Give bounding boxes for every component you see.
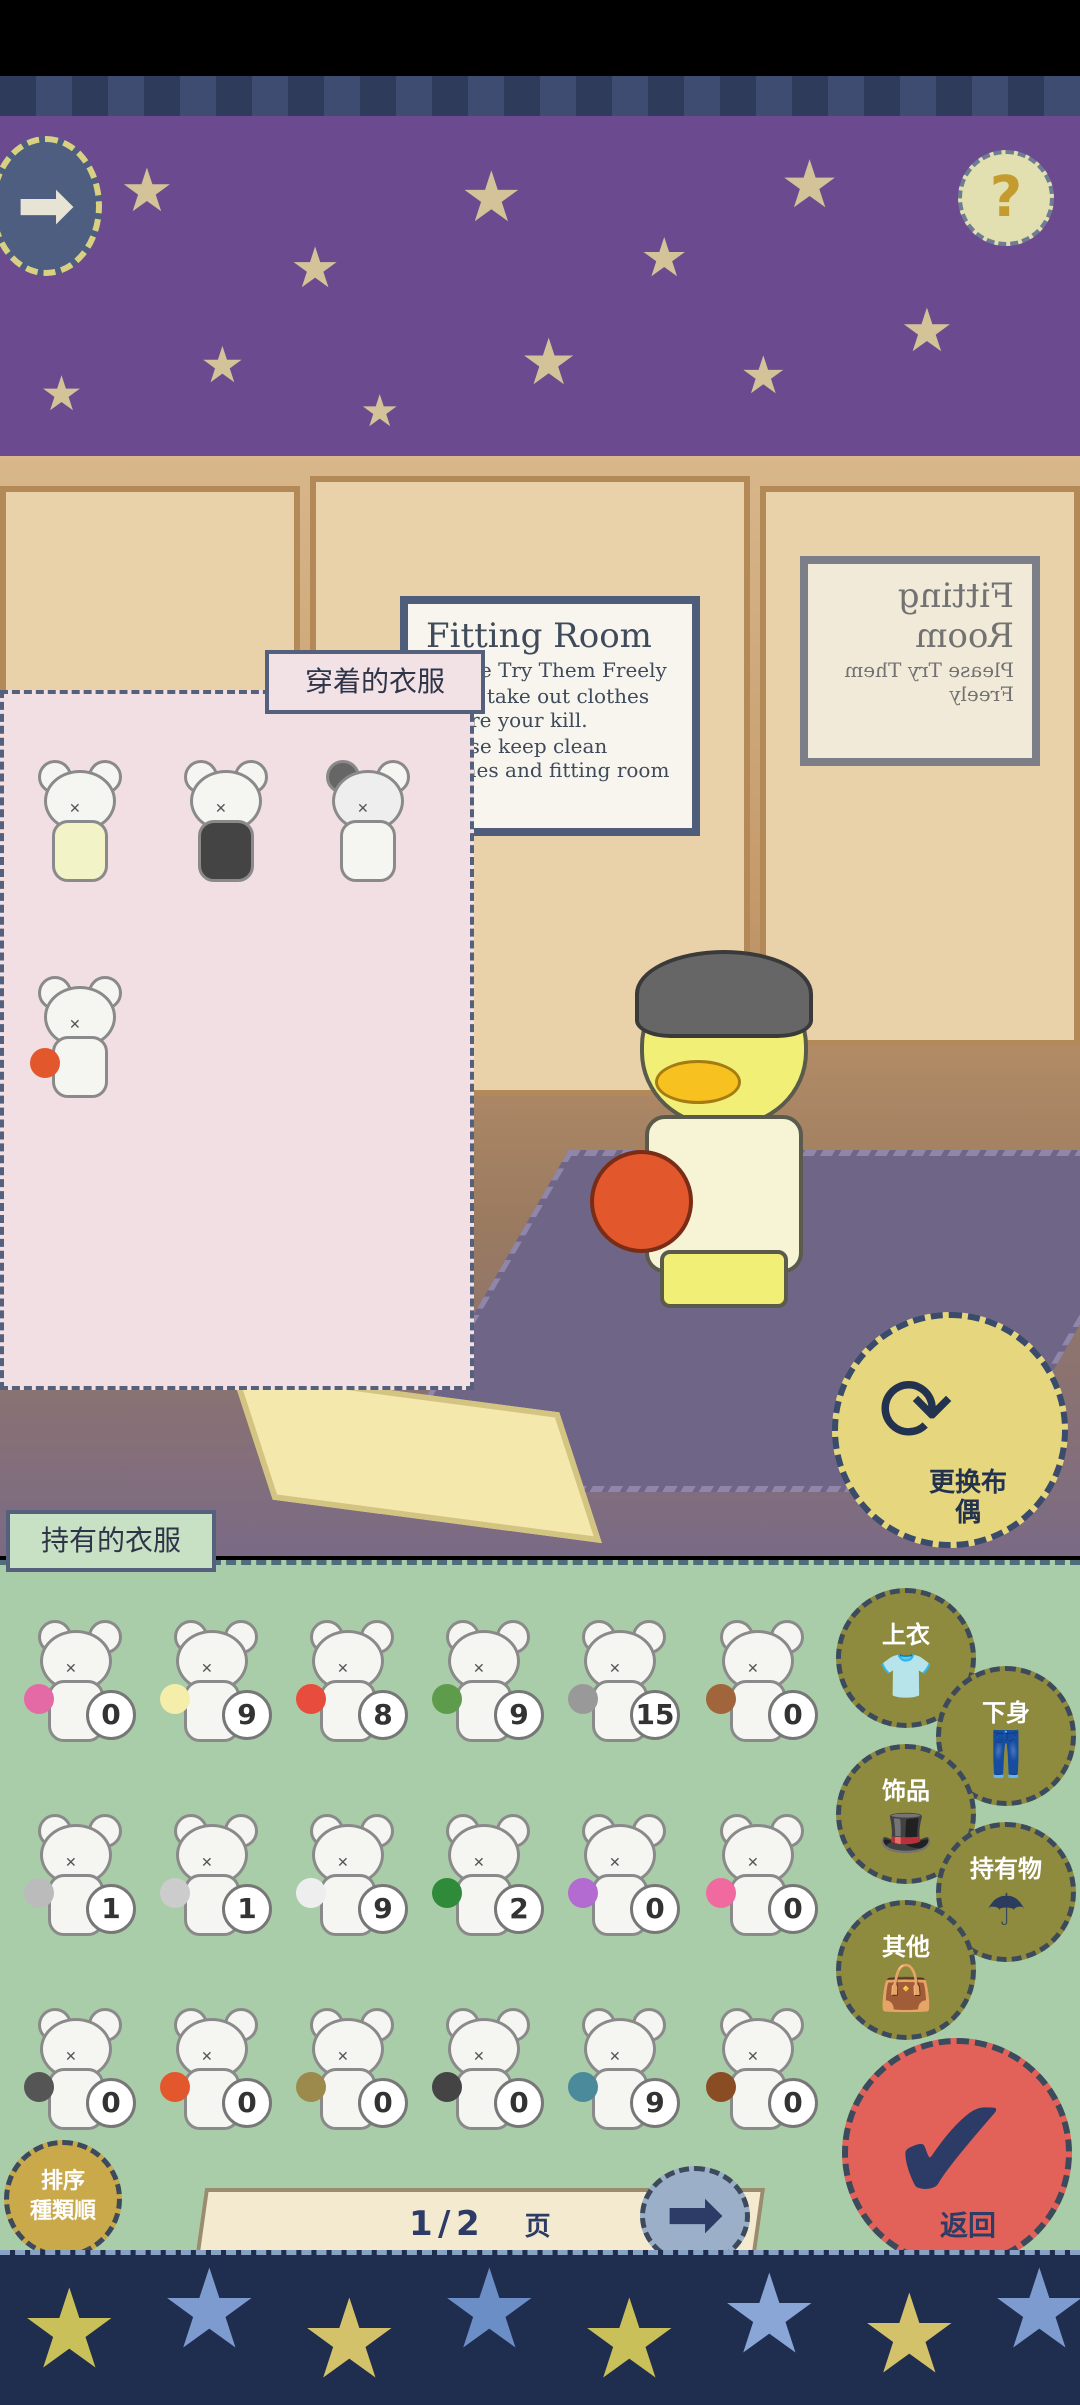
worn-item[interactable]: ✕ ✕: [34, 760, 122, 882]
item-count: 0: [768, 2078, 818, 2128]
silver-tray-icon: [24, 1878, 54, 1908]
category-label: 上衣: [882, 1621, 930, 1649]
owned-item-sword[interactable]: ✕ ✕15: [568, 1620, 680, 1742]
character-basketball: [590, 1150, 693, 1253]
sword-icon: [568, 1684, 598, 1714]
owned-item-violin[interactable]: ✕ ✕0: [706, 2008, 818, 2130]
green-flag-icon: [432, 1878, 462, 1908]
pen-icon: [24, 2072, 54, 2102]
owned-item-yellow-umbrella[interactable]: ✕ ✕9: [160, 1620, 272, 1742]
pink-balloon-icon: [706, 1878, 736, 1908]
owned-item-leaf-umbrella[interactable]: ✕ ✕9: [432, 1620, 544, 1742]
return-label: 返回: [940, 2209, 997, 2242]
owned-item-fishing-rod[interactable]: ✕ ✕9: [568, 2008, 680, 2130]
item-count: 9: [630, 2078, 680, 2128]
pager-current: 1: [409, 2204, 434, 2244]
change-doll-label: 更换布偶: [928, 1468, 1007, 1528]
rainbow-umbrella-icon: [296, 1684, 326, 1714]
owned-item-microphone[interactable]: ✕ ✕0: [432, 2008, 544, 2130]
worn-item[interactable]: ✕ ✕: [30, 976, 122, 1098]
sort-button[interactable]: 排序 種類順: [4, 2140, 122, 2258]
item-count: 9: [358, 1884, 408, 1934]
category-label: 饰品: [882, 1777, 930, 1805]
return-button[interactable]: ✔ 返回: [842, 2038, 1072, 2268]
microphone-icon: [432, 2072, 462, 2102]
owned-item-basketball[interactable]: ✕ ✕0: [160, 2008, 272, 2130]
category-label: 持有物: [970, 1855, 1042, 1883]
worn-item[interactable]: ✕ ✕: [180, 760, 268, 882]
owned-item-bare-hand[interactable]: ✕ ✕9: [296, 1814, 408, 1936]
character-beak: [655, 1060, 741, 1104]
bottom-star-border: ★ ★ ★ ★ ★ ★ ★ ★: [0, 2250, 1080, 2405]
dressed-character[interactable]: [590, 950, 850, 1310]
help-button[interactable]: ?: [958, 150, 1054, 246]
item-count: 0: [630, 1884, 680, 1934]
worn-clothes-panel: ✕ ✕ ✕ ✕ ✕ ✕ ✕ ✕: [0, 690, 474, 1390]
sort-label-line1: 排序: [40, 2169, 85, 2194]
leaf-umbrella-icon: [432, 1684, 462, 1714]
item-count: 0: [86, 1690, 136, 1740]
guitar-icon: [706, 1684, 736, 1714]
character-legs: [660, 1250, 788, 1308]
owned-item-guitar[interactable]: ✕ ✕0: [706, 1620, 818, 1742]
sign-line-mirror: Please Try Them Freely: [844, 658, 1014, 706]
character-hat: [635, 950, 813, 1038]
owned-item-pen[interactable]: ✕ ✕0: [24, 2008, 136, 2130]
owned-item-ice-cream[interactable]: ✕ ✕0: [568, 1814, 680, 1936]
top-stitch-border: [0, 76, 1080, 120]
owned-item-pink-balloon[interactable]: ✕ ✕0: [706, 1814, 818, 1936]
item-count: 1: [86, 1884, 136, 1934]
item-count: 9: [222, 1690, 272, 1740]
item-count: 1: [222, 1884, 272, 1934]
arrow-right-icon: ➡: [665, 2173, 725, 2255]
item-count: 0: [768, 1884, 818, 1934]
owned-item-cane[interactable]: ✕ ✕0: [296, 2008, 408, 2130]
refresh-bear-icon: ⟳: [878, 1358, 954, 1463]
fishing-rod-icon: [568, 2072, 598, 2102]
yellow-umbrella-icon: [160, 1684, 190, 1714]
item-count: 2: [494, 1884, 544, 1934]
question-icon: ?: [989, 165, 1023, 230]
status-bar: [0, 0, 1080, 76]
violin-icon: [706, 2072, 736, 2102]
pager-separator: /: [438, 2204, 451, 2244]
owned-panel-title: 持有的衣服: [6, 1510, 216, 1572]
owned-item-green-flag[interactable]: ✕ ✕2: [432, 1814, 544, 1936]
worn-panel-title: 穿着的衣服: [265, 650, 485, 714]
item-count: 0: [222, 2078, 272, 2128]
cloche-tray-icon: [160, 1878, 190, 1908]
bag-icon: 👜: [878, 1963, 934, 2014]
cane-icon: [296, 2072, 326, 2102]
basketball-icon: [160, 2072, 190, 2102]
star-ceiling: ★ ★ ★ ★ ★ ★ ★ ★ ★ ★ ★ ★: [0, 116, 1080, 456]
owned-item-party-popper[interactable]: ✕ ✕0: [24, 1620, 136, 1742]
item-count: 0: [86, 2078, 136, 2128]
ice-cream-icon: [568, 1878, 598, 1908]
owned-item-silver-tray[interactable]: ✕ ✕1: [24, 1814, 136, 1936]
category-other-button[interactable]: 其他 👜: [836, 1900, 976, 2040]
item-count: 9: [494, 1690, 544, 1740]
owned-item-rainbow-umbrella[interactable]: ✕ ✕8: [296, 1620, 408, 1742]
owned-item-cloche-tray[interactable]: ✕ ✕1: [160, 1814, 272, 1936]
category-label: 其他: [882, 1933, 930, 1961]
sign-title-mirror: Fitting Room: [897, 576, 1014, 656]
bare-hand-icon: [296, 1878, 326, 1908]
party-popper-icon: [24, 1684, 54, 1714]
change-doll-button[interactable]: ⟳ 更换布偶: [832, 1312, 1068, 1548]
item-count: 0: [494, 2078, 544, 2128]
item-count: 15: [630, 1690, 680, 1740]
item-count: 0: [768, 1690, 818, 1740]
item-count: 0: [358, 2078, 408, 2128]
category-label: 下身: [982, 1699, 1030, 1727]
mirror-sign: Fitting Room Please Try Them Freely: [800, 556, 1040, 766]
item-count: 8: [358, 1690, 408, 1740]
worn-item[interactable]: ✕ ✕: [322, 760, 410, 882]
pager-total: 2: [455, 2204, 480, 2244]
sort-label-line2: 種類順: [29, 2199, 96, 2224]
arrow-right-icon: ➡: [16, 164, 76, 246]
